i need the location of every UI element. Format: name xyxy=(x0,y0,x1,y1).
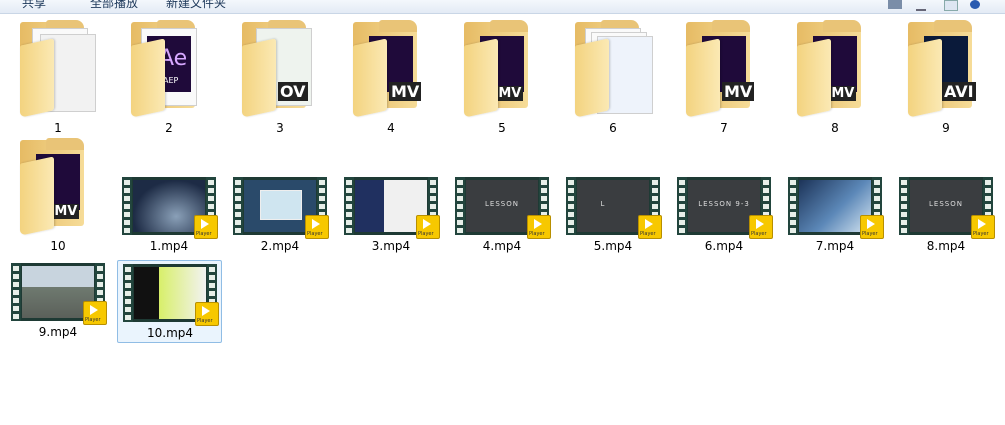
video-thumbnail: Player xyxy=(122,177,218,239)
file-list: 1 Ae AEP 2 OV 3 MV 4 WMV 5 6 MV 7 WMV 8 … xyxy=(0,14,1005,425)
video-item[interactable]: Player 9.mp4 xyxy=(6,260,110,342)
video-item[interactable]: Player 2.mp4 xyxy=(228,174,332,256)
video-label: 4.mp4 xyxy=(482,239,522,253)
video-thumbnail: L Player xyxy=(566,177,662,239)
video-thumbnail: LESSON Player xyxy=(455,177,551,239)
folder-label: 2 xyxy=(165,121,173,135)
folder-item[interactable]: WMV 5 xyxy=(450,20,554,138)
share-menu[interactable]: 共享 xyxy=(22,0,46,11)
folder-label: 4 xyxy=(387,121,395,135)
folder-item[interactable]: 1 xyxy=(6,20,110,138)
video-item[interactable]: Player 3.mp4 xyxy=(339,174,443,256)
mov-badge: OV xyxy=(278,82,308,101)
video-label: 7.mp4 xyxy=(815,239,855,253)
player-icon: Player xyxy=(194,215,218,239)
play-all-button[interactable]: 全部播放 xyxy=(90,0,138,11)
player-icon: Player xyxy=(83,301,107,325)
video-item[interactable]: Player 7.mp4 xyxy=(783,174,887,256)
new-folder-button[interactable]: 新建文件夹 xyxy=(166,0,226,11)
mov-badge: MV xyxy=(722,82,755,101)
folder-label: 9 xyxy=(942,121,950,135)
preview-pane-icon[interactable] xyxy=(944,0,958,11)
video-label: 3.mp4 xyxy=(371,239,411,253)
player-icon: Player xyxy=(971,215,995,239)
folder-item[interactable]: MV 4 xyxy=(339,20,443,138)
command-bar: 共享 全部播放 新建文件夹 xyxy=(0,0,1005,14)
video-label: 9.mp4 xyxy=(38,325,78,339)
video-item[interactable]: LESSON Player 4.mp4 xyxy=(450,174,554,256)
video-thumbnail: Player xyxy=(233,177,329,239)
folder-label: 1 xyxy=(54,121,62,135)
video-thumbnail: Player xyxy=(123,264,219,326)
video-thumbnail: LESSON Player xyxy=(899,177,995,239)
folder-label: 6 xyxy=(609,121,617,135)
video-label: 1.mp4 xyxy=(149,239,189,253)
player-icon: Player xyxy=(305,215,329,239)
player-icon: Player xyxy=(195,302,219,326)
video-item[interactable]: LESSON Player 8.mp4 xyxy=(894,174,998,256)
player-icon: Player xyxy=(749,215,773,239)
video-thumbnail: Player xyxy=(11,263,107,325)
folder-item[interactable]: Ae AEP 2 xyxy=(117,20,221,138)
help-icon[interactable] xyxy=(970,0,980,9)
folder-item[interactable]: WMV 10 xyxy=(6,138,110,256)
video-label: 8.mp4 xyxy=(926,239,966,253)
folder-label: 10 xyxy=(50,239,66,253)
mov-badge: MV xyxy=(389,82,422,101)
video-item[interactable]: L Player 5.mp4 xyxy=(561,174,665,256)
video-item-selected[interactable]: Player 10.mp4 xyxy=(117,260,222,343)
folder-item[interactable]: WMV 8 xyxy=(783,20,887,138)
folder-label: 3 xyxy=(276,121,284,135)
player-icon: Player xyxy=(527,215,551,239)
avi-badge: AVI xyxy=(942,82,976,101)
video-item[interactable]: Player 1.mp4 xyxy=(117,174,221,256)
video-thumbnail: LESSON 9-3 Player xyxy=(677,177,773,239)
change-view-icon[interactable] xyxy=(888,0,902,9)
video-label: 10.mp4 xyxy=(146,326,194,340)
player-icon: Player xyxy=(416,215,440,239)
folder-item[interactable]: 6 xyxy=(561,20,665,138)
player-icon: Player xyxy=(860,215,884,239)
video-label: 5.mp4 xyxy=(593,239,633,253)
video-label: 6.mp4 xyxy=(704,239,744,253)
video-thumbnail: Player xyxy=(344,177,440,239)
video-label: 2.mp4 xyxy=(260,239,300,253)
folder-label: 5 xyxy=(498,121,506,135)
video-thumbnail: Player xyxy=(788,177,884,239)
view-dropdown-icon[interactable] xyxy=(916,0,926,11)
video-item[interactable]: LESSON 9-3 Player 6.mp4 xyxy=(672,174,776,256)
folder-item[interactable]: AVI 9 xyxy=(894,20,998,138)
folder-label: 8 xyxy=(831,121,839,135)
folder-item[interactable]: OV 3 xyxy=(228,20,332,138)
folder-item[interactable]: MV 7 xyxy=(672,20,776,138)
folder-label: 7 xyxy=(720,121,728,135)
player-icon: Player xyxy=(638,215,662,239)
